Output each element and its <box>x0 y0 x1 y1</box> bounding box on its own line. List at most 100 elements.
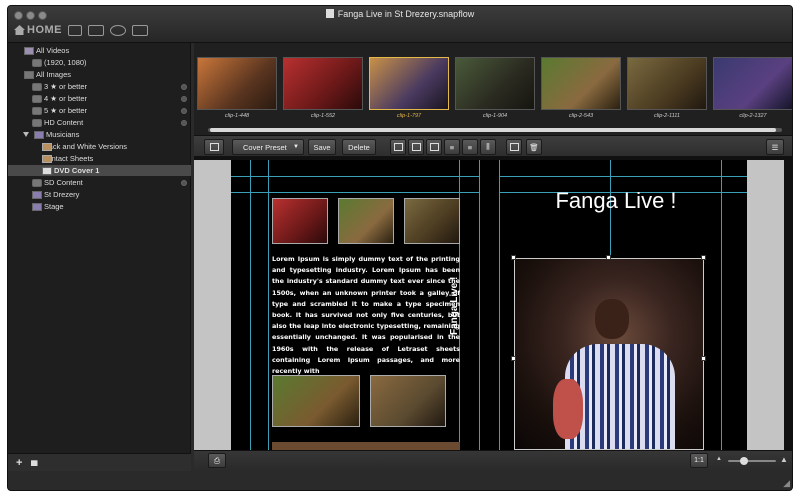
sidebar-item-stage[interactable]: Stage <box>8 201 191 212</box>
sidebar-bottom-bar: + ▮▮▮ <box>8 453 191 471</box>
zoom-in-icon[interactable]: ▲ <box>780 455 788 464</box>
settings-dot-icon[interactable] <box>181 179 187 186</box>
sidebar-item-contact-sheets[interactable]: Contact Sheets <box>8 153 191 164</box>
zoom-slider[interactable] <box>728 457 776 465</box>
crop-button[interactable] <box>204 139 224 155</box>
sidebar-item-dvd-cover[interactable]: DVD Cover 1 <box>8 165 191 176</box>
sidebar-item-5-star[interactable]: 5 ★ or better <box>8 105 191 116</box>
guide-line <box>499 160 500 450</box>
sidebar-item-musicians[interactable]: Musicians <box>8 129 191 140</box>
play-view-icon[interactable] <box>68 24 82 36</box>
cover-photo[interactable] <box>514 258 704 450</box>
clip-thumbnail[interactable] <box>283 57 363 110</box>
sidebar-item-sd-content[interactable]: SD Content <box>8 177 191 188</box>
resize-handle[interactable] <box>511 356 516 361</box>
clip-label: clip-2-543 <box>568 113 594 119</box>
clip-thumbnail-selected[interactable] <box>369 57 449 110</box>
sidebar-item-hd-content[interactable]: HD Content <box>8 117 191 128</box>
stats-button[interactable]: ▮▮▮ <box>30 459 37 467</box>
align-middle-button[interactable]: ≡ <box>462 139 478 155</box>
musician-photo[interactable] <box>272 198 328 244</box>
text-tool-button[interactable] <box>426 139 442 155</box>
background-person <box>553 379 583 439</box>
resize-handle[interactable] <box>606 255 611 260</box>
clip-thumbnail[interactable] <box>455 57 535 110</box>
sidebar-item-st-drezery[interactable]: St Drezery <box>8 189 191 200</box>
clip-label: clip-1-552 <box>310 113 336 119</box>
disclosure-triangle-icon[interactable] <box>23 132 29 137</box>
scrollbar-thumb[interactable] <box>210 128 776 132</box>
layout-canvas[interactable]: Lorem Ipsum is simply dummy text of the … <box>194 157 792 450</box>
clip-thumbnail[interactable] <box>627 57 707 110</box>
settings-dot-icon[interactable] <box>181 83 187 90</box>
inspector-button[interactable]: ☰ <box>766 139 784 155</box>
edit-toolbar: Cover Preset ▼ Save Delete ≡ ≡ ⫼ 🗑 ☰ <box>194 135 792 157</box>
home-button[interactable]: HOME <box>14 24 62 36</box>
folder-icon <box>34 130 44 139</box>
folder-icon <box>32 190 42 199</box>
settings-dot-icon[interactable] <box>181 119 187 126</box>
app-window: Fanga Live in St Drezery.snapflow HOME A… <box>7 5 793 491</box>
dvd-cover-page[interactable]: Lorem Ipsum is simply dummy text of the … <box>231 160 747 450</box>
zoom-slider-knob[interactable] <box>740 457 748 465</box>
musician-photo[interactable] <box>338 198 394 244</box>
resize-handle[interactable] <box>701 356 706 361</box>
cover-title[interactable]: Fanga Live ! <box>531 188 701 214</box>
body-text-block[interactable]: Lorem Ipsum is simply dummy text of the … <box>272 254 460 377</box>
align-bottom-icon: ⫼ <box>486 142 490 151</box>
bowtie-icon[interactable] <box>132 24 148 36</box>
print-button[interactable]: ⎙ <box>208 453 226 468</box>
musician-photo[interactable] <box>272 442 460 450</box>
resize-grip-icon[interactable]: ◢ <box>783 478 790 489</box>
trash-button[interactable]: 🗑 <box>526 139 542 155</box>
align-top-button[interactable]: ≡ <box>444 139 460 155</box>
clip-thumbnail[interactable] <box>541 57 621 110</box>
resize-handle[interactable] <box>701 255 706 260</box>
trash-icon: 🗑 <box>529 142 539 152</box>
musician-photo[interactable] <box>272 375 360 427</box>
image-tool-button[interactable] <box>408 139 424 155</box>
zoom-out-icon[interactable]: ▲ <box>716 456 722 462</box>
inspect-icon[interactable] <box>110 24 126 36</box>
settings-dot-icon[interactable] <box>181 95 187 102</box>
dropdown-arrow-icon: ▼ <box>293 144 299 150</box>
album-icon <box>42 142 52 151</box>
settings-dot-icon[interactable] <box>181 107 187 114</box>
musician-photo[interactable] <box>370 375 446 427</box>
album-icon <box>42 154 52 163</box>
sidebar-item-4-star[interactable]: 4 ★ or better <box>8 93 191 104</box>
window-title: Fanga Live in St Drezery.snapflow <box>8 9 792 19</box>
layer-button[interactable] <box>506 139 522 155</box>
folder-icon <box>32 202 42 211</box>
save-button[interactable]: Save <box>308 139 336 155</box>
smart-album-icon <box>32 94 42 103</box>
layout-icon <box>42 166 52 175</box>
add-button[interactable]: + <box>16 457 22 469</box>
clip-thumbnail[interactable] <box>713 57 792 110</box>
filmstrip-scrollbar[interactable] <box>208 128 782 132</box>
resize-handle[interactable] <box>511 255 516 260</box>
align-bottom-button[interactable]: ⫼ <box>480 139 496 155</box>
spine-title[interactable]: Fanga Live ! <box>449 235 463 335</box>
inspector-icon: ☰ <box>771 142 779 152</box>
sidebar-item-all-videos[interactable]: All Videos <box>8 45 191 56</box>
print-icon: ⎙ <box>214 455 220 465</box>
grid-view-icon[interactable] <box>88 24 104 36</box>
align-top-icon: ≡ <box>449 142 455 152</box>
layer-icon <box>509 143 519 151</box>
sidebar-item-1920[interactable]: (1920, 1080) <box>8 57 191 68</box>
guide-line <box>479 160 480 450</box>
clip-thumbnail[interactable] <box>197 57 277 110</box>
sidebar-item-3-star[interactable]: 3 ★ or better <box>8 81 191 92</box>
sidebar-item-black-and-white[interactable]: Black and White Versions <box>8 141 191 152</box>
frame-tool-button[interactable] <box>390 139 406 155</box>
delete-button[interactable]: Delete <box>342 139 376 155</box>
smart-album-icon <box>32 118 42 127</box>
cover-preset-select[interactable]: Cover Preset ▼ <box>232 139 304 155</box>
text-icon <box>429 143 439 151</box>
zoom-actual-size-button[interactable]: 1:1 <box>690 453 708 468</box>
sidebar-item-all-images[interactable]: All Images <box>8 69 191 80</box>
guide-line <box>721 160 722 450</box>
clip-filmstrip: clip-1-448 clip-1-552 clip-1-797 clip-1-… <box>194 43 792 135</box>
main-toolbar: HOME <box>14 22 148 38</box>
